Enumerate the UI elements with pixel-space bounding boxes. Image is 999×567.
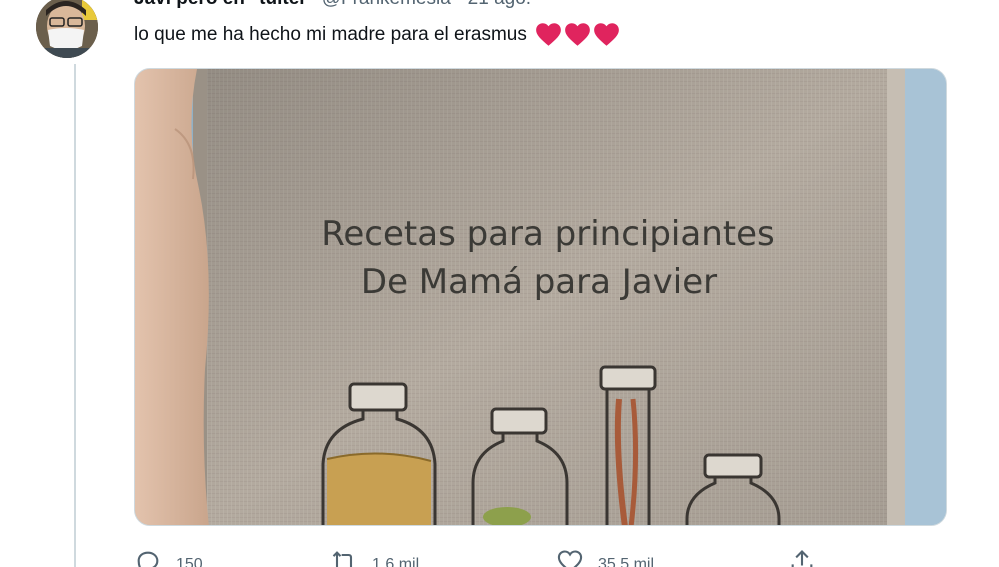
like-button[interactable]: 35,5 mil bbox=[556, 548, 654, 567]
thread-line bbox=[74, 64, 76, 567]
tweet-header: Javi pero en "tuiter" @Frankemesia · 21 a… bbox=[134, 0, 531, 10]
heart-icon bbox=[594, 23, 619, 46]
share-button[interactable] bbox=[788, 548, 816, 567]
tweet-text-body: lo que me ha hecho mi madre para el eras… bbox=[134, 23, 527, 45]
tweet-photo[interactable]: Recetas para principiantes De Mamá para … bbox=[134, 68, 947, 526]
reply-count: 150 bbox=[176, 556, 203, 567]
like-count: 35,5 mil bbox=[598, 556, 655, 567]
like-icon bbox=[556, 548, 584, 567]
heart-icon bbox=[536, 23, 561, 46]
tweet-actions: 150 1,6 mil 35,5 mil bbox=[134, 548, 947, 567]
heart-emoji-group bbox=[535, 22, 620, 47]
avatar[interactable] bbox=[36, 0, 98, 58]
cover-subtitle: De Mamá para Javier bbox=[361, 262, 717, 302]
tweet[interactable]: Javi pero en "tuiter" @Frankemesia · 21 a… bbox=[0, 0, 999, 567]
retweet-icon bbox=[330, 548, 358, 567]
share-icon bbox=[788, 548, 816, 567]
heart-icon bbox=[565, 23, 590, 46]
retweet-count: 1,6 mil bbox=[372, 556, 420, 567]
tweet-text: lo que me ha hecho mi madre para el eras… bbox=[134, 22, 620, 47]
cover-title: Recetas para principiantes bbox=[321, 214, 774, 254]
reply-button[interactable]: 150 bbox=[134, 548, 203, 567]
handle-and-date[interactable]: @Frankemesia · 21 ago. bbox=[322, 0, 531, 9]
display-name[interactable]: Javi pero en "tuiter" bbox=[134, 0, 316, 9]
retweet-button[interactable]: 1,6 mil bbox=[330, 548, 419, 567]
reply-icon bbox=[134, 548, 162, 567]
